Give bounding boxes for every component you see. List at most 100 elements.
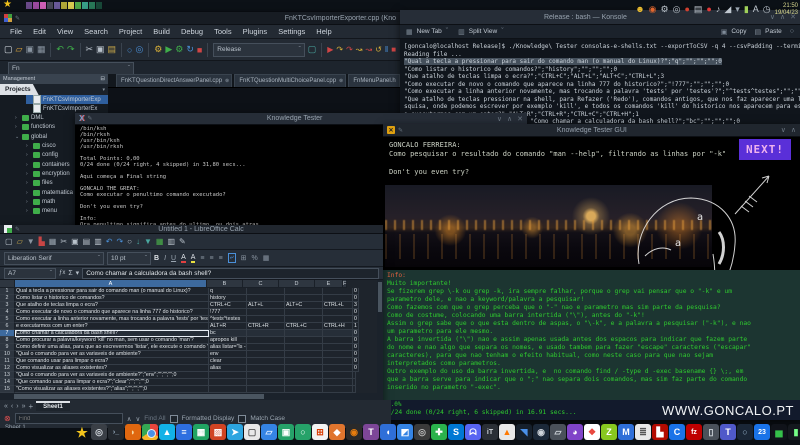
cell-c9[interactable] [247,344,285,351]
cell-a6[interactable]: e executarmos com um enter? [15,323,209,330]
expand-arrow-icon[interactable]: › [15,124,20,130]
column-header-f[interactable]: F [343,280,348,288]
presentation-icon[interactable]: ▨ [210,424,226,440]
screenshot-icon[interactable]: ▣ [278,424,294,440]
close-tab-icon[interactable]: ⊗ [225,78,229,84]
maps-icon[interactable]: ◖ [380,424,396,440]
telegram-icon[interactable]: ➤ [227,424,243,440]
cell-b13[interactable] [209,372,247,379]
cell-f4[interactable]: 0 [353,309,359,316]
align-center-button[interactable]: ≡ [210,255,214,262]
autofilter-icon[interactable]: ▼ [144,237,152,246]
column-header-a[interactable]: A [15,280,207,288]
new-doc-icon[interactable]: ▢ [5,237,13,246]
find-icon[interactable]: ○ [127,45,132,55]
photos-icon[interactable]: ❖ [584,424,600,440]
column-header-b[interactable]: B [207,280,243,288]
copy-icon[interactable]: ▣ [96,44,105,55]
rebuild-icon[interactable]: ↻ [186,44,194,55]
first-sheet-icon[interactable]: « [4,403,8,410]
cell-e10[interactable] [323,351,353,358]
merge-cells-button[interactable]: ⊞ [241,254,247,262]
menu-tools[interactable]: Tools [214,27,232,36]
cell-a13[interactable]: "Qual o comando para ver as variaveis de… [15,372,209,379]
expand-arrow-icon[interactable]: ⌄ [15,134,20,140]
chevron-down-icon[interactable]: ˇ [446,28,448,35]
krita-icon[interactable]: ◆ [329,424,345,440]
cell-c2[interactable] [247,295,285,302]
continue-icon[interactable]: ↝ [365,45,372,54]
insert-chart-icon[interactable]: ▦ [156,237,164,246]
adobe-reader-icon[interactable]: ▙ [652,424,668,440]
cell-e12[interactable] [323,365,353,372]
column-header-d[interactable]: D [279,280,315,288]
cell-c13[interactable] [247,372,285,379]
split-view-button[interactable]: Split View [469,28,497,35]
workspace-segment[interactable] [68,2,74,9]
workspace-segment[interactable] [40,2,46,9]
workspace-segment[interactable] [33,2,39,9]
workspace-segment[interactable] [61,2,67,9]
emoji-tray-icon[interactable]: ☻ [635,5,644,14]
cell-d4[interactable] [285,309,323,316]
cell-f11[interactable]: 0 [353,358,359,365]
export-pdf-icon[interactable]: ▙ [39,237,45,246]
cell-a7[interactable]: Como chamar a calculadora da bash shell? [15,330,209,337]
cell-e3[interactable]: CTRL+L [323,302,353,309]
cell-f1[interactable]: 0 [353,288,359,295]
open-icon[interactable]: ▱ [17,237,23,246]
close-tab-icon[interactable]: ⊗ [339,78,343,84]
cell-d13[interactable] [285,372,323,379]
cell-c6[interactable]: CTRL+R [247,323,285,330]
row-header-4[interactable]: 4 [0,309,15,316]
copy-button[interactable]: Copy [731,28,746,35]
workspace-segment[interactable] [75,2,81,9]
row-header-11[interactable]: 11 [0,358,15,365]
paste-icon[interactable]: ▤ [108,44,117,55]
print-icon[interactable]: ▦ [49,237,57,246]
prev-sheet-icon[interactable]: ‹ [11,403,13,410]
formatted-display-checkbox[interactable] [169,414,178,423]
cube-3d-icon[interactable]: ◩ [397,424,413,440]
editor-tab[interactable]: FnKTQuestionDirectAnswerPanel.cpp ⊗ [116,74,233,87]
expand-arrow-icon[interactable]: › [26,152,31,158]
debug-run-icon[interactable]: ▶ [327,45,333,54]
row-header-12[interactable]: 12 [0,365,15,372]
sort-ascending-icon[interactable]: ↓ [136,237,140,246]
step-in-icon[interactable]: ↷ [336,45,343,54]
cell-c10[interactable] [247,351,285,358]
clock[interactable]: 21:50 19/04/23 [775,3,798,17]
cell-c1[interactable] [247,288,285,295]
equals-icon[interactable]: ▾ [76,269,80,277]
cell-b14[interactable] [209,379,247,386]
menu-build[interactable]: Build [153,27,170,36]
expand-arrow-icon[interactable]: › [26,199,31,205]
cell-a10[interactable]: "Qual o comando para ver as variaveis de… [15,351,209,358]
disc-burner-icon[interactable]: ◎ [414,424,430,440]
cell-c15[interactable] [247,386,285,393]
pin-icon[interactable]: ✎ [15,226,20,233]
step-out-icon[interactable]: ↷ [346,45,353,54]
cell-b9[interactable]: alias listar="ls -la" [209,344,247,351]
tor-browser-icon[interactable]: T [363,424,379,440]
cell-b11[interactable]: clear [209,358,247,365]
cell-a1[interactable]: Qual a tecla a pressionar para sair do c… [15,288,209,295]
cell-d7[interactable] [285,330,323,337]
function-wizard-icon[interactable]: ƒx [59,270,65,276]
workspace-segment[interactable] [26,2,32,9]
cell-a15[interactable]: "Como visualizar as aliases existentes?"… [15,386,209,393]
cell-b6[interactable]: ALT+R [209,323,247,330]
tree-item-fnktcsvimporterex[interactable]: FnKTCsvImporterEx [26,104,108,114]
documents-icon[interactable]: ≣ [635,424,651,440]
notes-icon[interactable]: ≡ [176,424,192,440]
cell-f6[interactable]: 1 [353,323,359,330]
find-all-button[interactable]: Find All [144,415,165,422]
record-tray-icon[interactable]: ● [706,5,711,14]
cut-icon[interactable]: ✂ [60,237,67,246]
chrome-icon[interactable] [142,424,158,440]
expand-arrow-icon[interactable]: › [26,208,31,214]
close-icon[interactable]: ✕ [517,115,523,123]
filezilla-icon[interactable]: fz [686,424,702,440]
cell-e4[interactable] [323,309,353,316]
cell-d2[interactable] [285,295,323,302]
